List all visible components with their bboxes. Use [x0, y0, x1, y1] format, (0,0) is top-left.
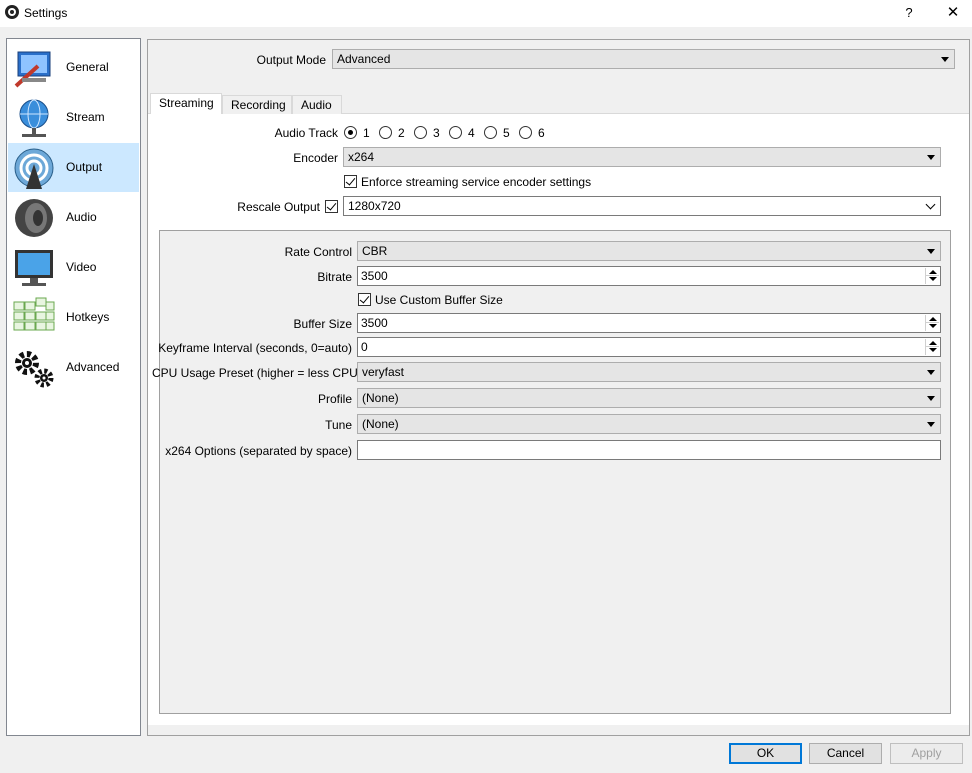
keyframe-interval-spinbox[interactable]: 0	[357, 337, 941, 357]
bitrate-label: Bitrate	[317, 270, 352, 284]
sidebar-item-general[interactable]: General	[8, 43, 139, 92]
audio-track-radio-4[interactable]	[449, 126, 462, 139]
chevron-down-icon	[927, 249, 935, 254]
tab-audio[interactable]: Audio	[292, 95, 342, 114]
x264-options-label: x264 Options (separated by space)	[165, 444, 352, 458]
help-button[interactable]: ?	[898, 2, 920, 24]
sidebar-item-label: Advanced	[66, 360, 120, 374]
chevron-down-icon	[927, 370, 935, 375]
audio-track-option-label: 1	[363, 126, 370, 140]
rescale-resolution-value: 1280x720	[348, 199, 401, 213]
profile-select[interactable]: (None)	[357, 388, 941, 408]
rate-control-label: Rate Control	[284, 245, 352, 259]
audio-track-option-label: 5	[503, 126, 510, 140]
sidebar-item-video[interactable]: Video	[8, 243, 139, 292]
profile-value: (None)	[362, 391, 399, 405]
output-mode-select[interactable]: Advanced	[332, 49, 955, 69]
close-button[interactable]: ✕	[940, 2, 966, 24]
enforce-settings-label: Enforce streaming service encoder settin…	[361, 175, 592, 189]
ok-button[interactable]: OK	[729, 743, 802, 764]
general-icon	[14, 51, 51, 88]
buffer-size-spinbox[interactable]: 3500	[357, 313, 941, 333]
title-bar	[0, 0, 972, 27]
profile-label: Profile	[317, 392, 352, 406]
tune-label: Tune	[325, 418, 352, 432]
sidebar-item-label: Video	[66, 260, 97, 274]
audio-track-radio-5[interactable]	[484, 126, 497, 139]
sidebar-item-output[interactable]: Output	[8, 143, 139, 192]
cancel-button[interactable]: Cancel	[809, 743, 882, 764]
tune-value: (None)	[362, 417, 399, 431]
buffer-size-value: 3500	[361, 316, 388, 330]
settings-sidebar: General Stream Output Audio Video Hotkey…	[6, 38, 141, 736]
audio-track-option-label: 6	[538, 126, 545, 140]
audio-track-radio-1[interactable]	[344, 126, 357, 139]
sidebar-item-label: General	[66, 60, 109, 74]
bitrate-spinbox[interactable]: 3500	[357, 266, 941, 286]
hotkeys-icon	[13, 297, 55, 331]
tab-streaming[interactable]: Streaming	[150, 93, 222, 114]
tune-select[interactable]: (None)	[357, 414, 941, 434]
apply-button[interactable]: Apply	[890, 743, 963, 764]
keyframe-interval-value: 0	[361, 340, 368, 354]
enforce-settings-checkbox[interactable]	[344, 175, 357, 188]
rate-control-value: CBR	[362, 244, 388, 258]
audio-track-option-label: 4	[468, 126, 475, 140]
cpu-preset-select[interactable]: veryfast	[357, 362, 941, 382]
rescale-output-label: Rescale Output	[237, 200, 320, 214]
bitrate-value: 3500	[361, 269, 388, 283]
sidebar-item-label: Audio	[66, 210, 97, 224]
cpu-preset-value: veryfast	[362, 365, 405, 379]
chevron-down-icon	[927, 155, 935, 160]
sidebar-item-audio[interactable]: Audio	[8, 193, 139, 242]
advanced-icon	[15, 351, 54, 388]
sidebar-item-stream[interactable]: Stream	[8, 93, 139, 142]
encoder-label: Encoder	[293, 151, 338, 165]
audio-track-option-label: 3	[433, 126, 440, 140]
rescale-output-checkbox[interactable]	[325, 200, 338, 213]
rescale-resolution-select[interactable]: 1280x720	[343, 196, 941, 216]
audio-track-option-label: 2	[398, 126, 405, 140]
tab-recording[interactable]: Recording	[222, 95, 292, 114]
custom-buffer-label: Use Custom Buffer Size	[375, 293, 503, 307]
encoder-select[interactable]: x264	[343, 147, 941, 167]
audio-track-radio-3[interactable]	[414, 126, 427, 139]
sidebar-item-label: Output	[66, 160, 103, 174]
chevron-down-icon	[927, 396, 935, 401]
spin-arrows-icon[interactable]	[925, 339, 939, 355]
sidebar-item-hotkeys[interactable]: Hotkeys	[8, 293, 139, 342]
audio-icon	[15, 199, 53, 237]
audio-track-label: Audio Track	[274, 126, 338, 140]
output-mode-value: Advanced	[337, 52, 391, 66]
obs-logo-icon	[5, 5, 19, 19]
output-icon	[14, 148, 54, 189]
sidebar-item-label: Hotkeys	[66, 310, 110, 324]
cpu-preset-label: CPU Usage Preset (higher = less CPU)	[152, 366, 362, 380]
buffer-size-label: Buffer Size	[293, 317, 352, 331]
keyframe-interval-label: Keyframe Interval (seconds, 0=auto)	[158, 341, 352, 355]
audio-track-radio-2[interactable]	[379, 126, 392, 139]
sidebar-item-label: Stream	[66, 110, 105, 124]
rate-control-select[interactable]: CBR	[357, 241, 941, 261]
spin-arrows-icon[interactable]	[925, 268, 939, 284]
spin-arrows-icon[interactable]	[925, 315, 939, 331]
chevron-down-icon	[927, 422, 935, 427]
chevron-down-icon	[925, 199, 936, 210]
window-title: Settings	[24, 6, 68, 20]
encoder-value: x264	[348, 150, 375, 164]
x264-options-input[interactable]	[357, 440, 941, 460]
audio-track-radio-6[interactable]	[519, 126, 532, 139]
output-mode-label: Output Mode	[256, 53, 326, 67]
video-icon	[15, 250, 53, 286]
chevron-down-icon	[941, 57, 949, 62]
stream-icon	[19, 99, 49, 137]
custom-buffer-checkbox[interactable]	[358, 293, 371, 306]
sidebar-item-advanced[interactable]: Advanced	[8, 343, 139, 392]
encoder-settings-group	[159, 230, 951, 714]
